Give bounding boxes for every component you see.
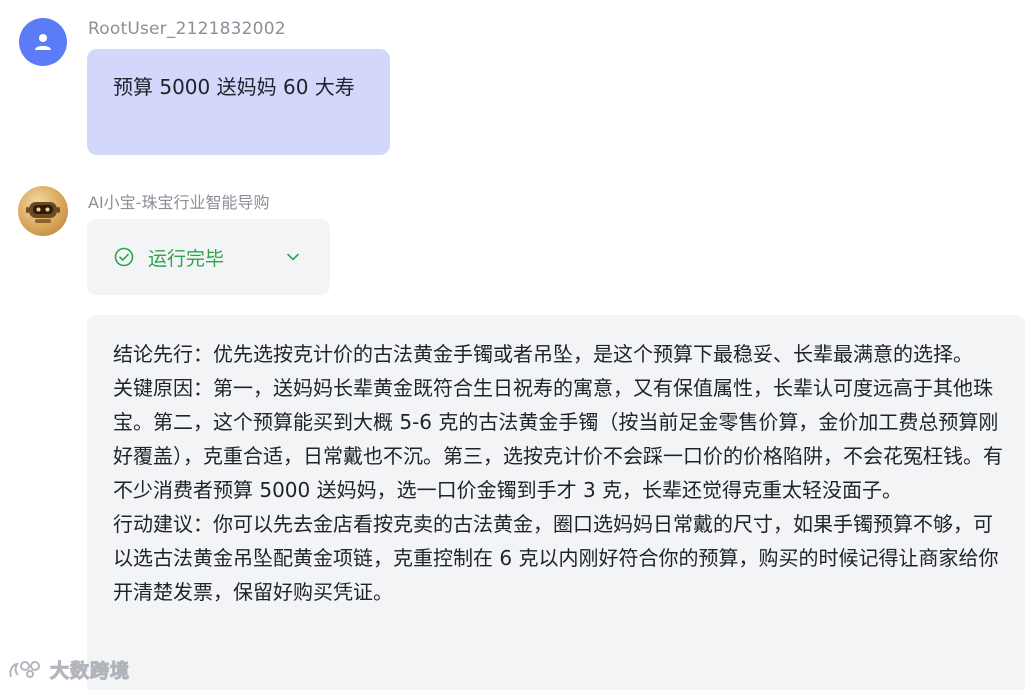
answer-suggestion: 行动建议：你可以先去金店看按克卖的古法黄金，圈口选妈妈日常戴的尺寸，如果手镯预算… [113,512,999,604]
run-status-label: 运行完毕 [148,247,225,270]
user-avatar[interactable] [19,18,67,66]
watermark: 大数跨境 [8,656,130,683]
user-message-bubble: 预算 5000 送妈妈 60 大寿 [87,49,390,155]
run-status-toggle[interactable]: 运行完毕 [87,219,330,295]
ai-answer-bubble: 结论先行：优先选按克计价的古法黄金手镯或者吊坠，是这个预算下最稳妥、长辈最满意的… [87,315,1025,690]
user-name: RootUser_2121832002 [88,19,286,39]
chat-page: RootUser_2121832002 预算 5000 送妈妈 60 大寿 AI… [0,0,1028,690]
ai-avatar[interactable] [18,186,68,236]
brand-logo-icon [9,660,40,678]
robot-icon [26,202,60,223]
ai-name: AI小宝-珠宝行业智能导购 [88,193,270,212]
answer-conclusion: 结论先行：优先选按克计价的古法黄金手镯或者吊坠，是这个预算下最稳妥、长辈最满意的… [113,342,973,366]
check-circle-icon [114,247,134,267]
answer-reasons: 关键原因：第一，送妈妈长辈黄金既符合生日祝寿的寓意，又有保值属性，长辈认可度远高… [113,376,1003,502]
chevron-down-icon[interactable] [286,250,300,264]
user-icon [35,34,51,50]
watermark-text: 大数跨境 [49,660,131,683]
